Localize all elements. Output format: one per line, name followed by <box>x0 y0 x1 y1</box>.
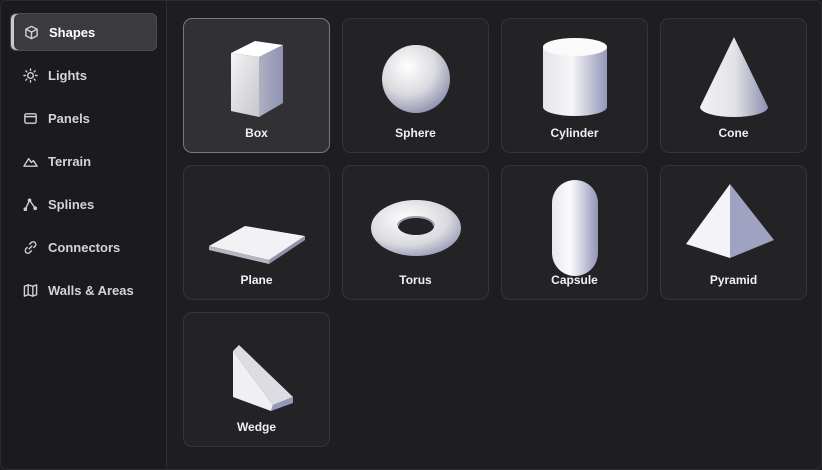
sidebar-item-terrain[interactable]: Terrain <box>10 142 157 180</box>
shape-card-plane[interactable]: Plane <box>183 165 330 300</box>
shape-label: Cylinder <box>550 126 599 140</box>
shape-card-cone[interactable]: Cone <box>660 18 807 153</box>
sidebar-item-lights[interactable]: Lights <box>10 56 157 94</box>
sidebar-item-splines[interactable]: Splines <box>10 185 157 223</box>
sidebar-item-label: Walls & Areas <box>48 282 134 298</box>
sidebar-item-label: Terrain <box>48 153 92 169</box>
shape-label: Cone <box>718 126 749 140</box>
cube-icon <box>23 24 39 40</box>
panel-icon <box>22 110 38 126</box>
shape-grid: Box Sphere Cylinder Cone Plane Torus Cap… <box>183 18 807 447</box>
sidebar-item-shapes[interactable]: Shapes <box>10 13 157 51</box>
sidebar-item-label: Lights <box>48 67 87 83</box>
shape-card-box[interactable]: Box <box>183 18 330 153</box>
link-icon <box>22 239 38 255</box>
shape-card-capsule[interactable]: Capsule <box>501 165 648 300</box>
sidebar-item-panels[interactable]: Panels <box>10 99 157 137</box>
box-shape-icon <box>184 29 329 129</box>
shape-card-torus[interactable]: Torus <box>342 165 489 300</box>
cylinder-shape-icon <box>502 29 647 129</box>
pyramid-shape-icon <box>661 176 806 276</box>
sidebar-item-label: Connectors <box>48 239 121 255</box>
shape-label: Wedge <box>236 420 277 434</box>
sidebar-item-walls-areas[interactable]: Walls & Areas <box>10 271 157 309</box>
shape-card-sphere[interactable]: Sphere <box>342 18 489 153</box>
sidebar-item-connectors[interactable]: Connectors <box>10 228 157 266</box>
shape-label: Pyramid <box>709 273 758 287</box>
map-icon <box>22 282 38 298</box>
wedge-shape-icon <box>184 323 329 423</box>
shape-card-pyramid[interactable]: Pyramid <box>660 165 807 300</box>
shape-label: Box <box>245 126 268 140</box>
capsule-shape-icon <box>502 176 647 276</box>
shape-label: Sphere <box>395 126 436 140</box>
cone-shape-icon <box>661 29 806 129</box>
shape-label: Capsule <box>551 273 598 287</box>
plane-shape-icon <box>184 176 329 276</box>
mountain-icon <box>22 153 38 169</box>
shape-label: Plane <box>240 273 273 287</box>
sun-icon <box>22 67 38 83</box>
sidebar-item-label: Panels <box>48 110 90 126</box>
spline-icon <box>22 196 38 212</box>
sphere-shape-icon <box>343 29 488 129</box>
sidebar-item-label: Splines <box>48 196 95 212</box>
sidebar-item-label: Shapes <box>49 24 96 40</box>
shape-card-cylinder[interactable]: Cylinder <box>501 18 648 153</box>
shape-label: Torus <box>399 273 432 287</box>
shape-card-wedge[interactable]: Wedge <box>183 312 330 447</box>
torus-shape-icon <box>343 176 488 276</box>
app-window: Shapes Lights Panels Terrain Splines Con… <box>0 0 822 470</box>
sidebar: Shapes Lights Panels Terrain Splines Con… <box>1 1 167 469</box>
